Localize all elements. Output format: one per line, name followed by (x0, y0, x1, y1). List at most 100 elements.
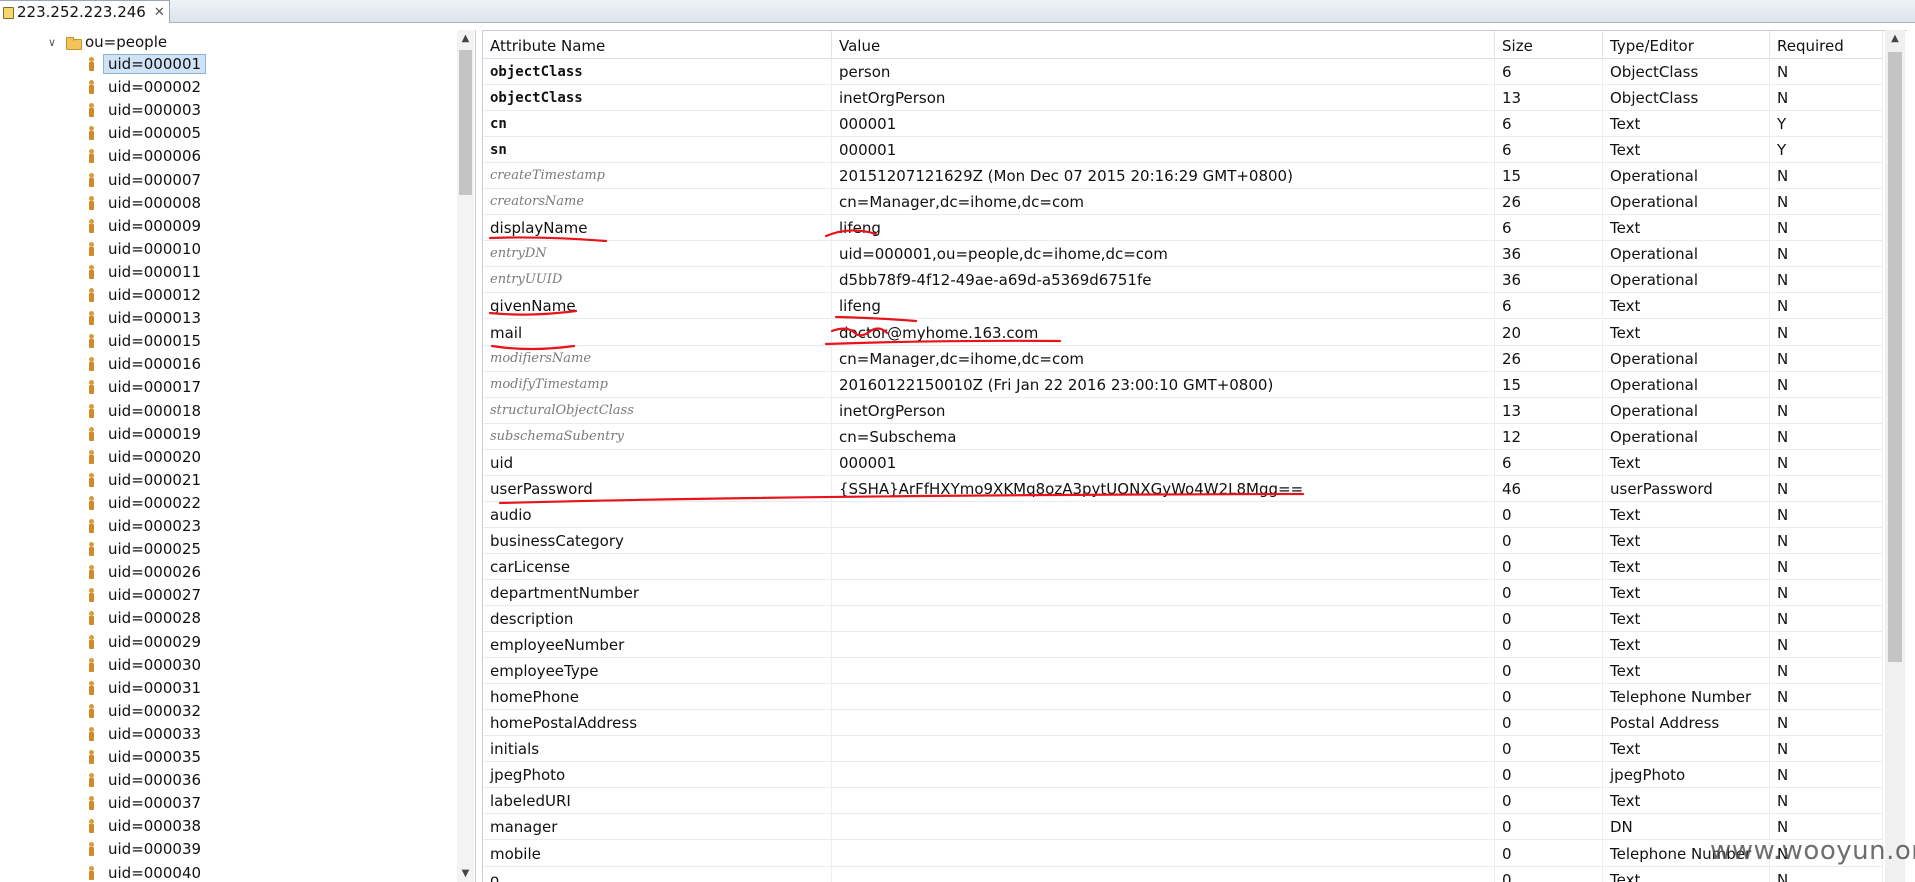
tree-item-entry[interactable]: uid=000027 (86, 584, 206, 606)
table-row[interactable]: sn 000001 6 Text Y (483, 137, 1883, 164)
attribute-value-cell[interactable] (832, 580, 1495, 606)
table-row[interactable]: description 0 Text N (483, 606, 1883, 633)
attribute-value-cell[interactable]: cn=Manager,dc=ihome,dc=com (832, 189, 1495, 216)
attribute-value-cell[interactable]: uid=000001,ou=people,dc=ihome,dc=com (832, 241, 1495, 268)
table-row[interactable]: labeledURI 0 Text N (483, 788, 1883, 815)
attribute-value-cell[interactable]: lifeng (832, 293, 1495, 320)
attribute-value-cell[interactable]: cn=Manager,dc=ihome,dc=com (832, 345, 1495, 372)
attribute-value-cell[interactable] (832, 606, 1495, 633)
table-scroll-thumb[interactable] (1888, 52, 1902, 662)
tree-item-entry[interactable]: uid=000007 (86, 169, 206, 191)
chevron-down-icon[interactable]: ∨ (48, 36, 62, 49)
tree-item-entry[interactable]: uid=000023 (86, 515, 206, 537)
scroll-down-icon[interactable]: ▼ (457, 865, 474, 882)
column-header-size[interactable]: Size (1495, 31, 1603, 59)
tree-scroll-thumb[interactable] (459, 50, 472, 195)
attribute-value-cell[interactable] (832, 658, 1495, 685)
table-scrollbar[interactable]: ▲ (1885, 30, 1905, 882)
tree-item-entry[interactable]: uid=000018 (86, 400, 206, 422)
attribute-value-cell[interactable]: inetOrgPerson (832, 397, 1495, 424)
table-row[interactable]: creatorsName cn=Manager,dc=ihome,dc=com 26… (483, 189, 1883, 216)
column-header-value[interactable]: Value (832, 31, 1495, 59)
table-row[interactable]: uid 000001 6 Text N (483, 449, 1883, 476)
table-row[interactable]: subschemaSubentry cn=Subschema 12 Operation… (483, 423, 1883, 450)
attribute-value-cell[interactable] (832, 710, 1495, 737)
attribute-value-cell[interactable]: doctor@myhome.163.com (832, 319, 1495, 346)
table-row[interactable]: entryUUID d5bb78f9-4f12-49ae-a69d-a5369d6… (483, 267, 1883, 294)
tree-item-entry[interactable]: uid=000030 (86, 654, 206, 676)
attribute-value-cell[interactable] (832, 866, 1495, 882)
table-row[interactable]: modifiersName cn=Manager,dc=ihome,dc=com 2… (483, 345, 1883, 372)
tree-item-entry[interactable]: uid=000012 (86, 284, 206, 306)
tree-item-entry[interactable]: uid=000035 (86, 746, 206, 768)
attribute-value-cell[interactable]: 20151207121629Z (Mon Dec 07 2015 20:16:2… (832, 163, 1495, 190)
attribute-value-cell[interactable] (832, 553, 1495, 580)
tree-item-entry[interactable]: uid=000031 (86, 677, 206, 699)
table-row[interactable]: objectClass person 6 ObjectClass N (483, 59, 1883, 85)
table-row[interactable]: employeeType 0 Text N (483, 658, 1883, 685)
table-row[interactable]: employeeNumber 0 Text N (483, 632, 1883, 659)
tree-item-entry[interactable]: uid=000011 (86, 261, 206, 283)
tree-item-entry[interactable]: uid=000005 (86, 122, 206, 144)
tree-item-entry[interactable]: uid=000006 (86, 145, 206, 167)
attribute-value-cell[interactable]: d5bb78f9-4f12-49ae-a69d-a5369d6751fe (832, 267, 1495, 294)
tree-item-entry[interactable]: uid=000021 (86, 469, 206, 491)
attribute-value-cell[interactable]: lifeng (832, 215, 1495, 242)
attribute-value-cell[interactable]: 000001 (832, 111, 1495, 138)
attribute-value-cell[interactable] (832, 840, 1495, 867)
tree-item-entry[interactable]: uid=000001 (86, 53, 207, 75)
attribute-value-cell[interactable]: 000001 (832, 449, 1495, 476)
table-row[interactable]: homePhone 0 Telephone Number N (483, 684, 1883, 711)
tree-item-entry[interactable]: uid=000037 (86, 792, 206, 814)
table-row[interactable]: cn 000001 6 Text Y (483, 111, 1883, 138)
table-row[interactable]: manager 0 DN N (483, 814, 1883, 841)
table-row[interactable]: givenName lifeng 6 Text N (483, 293, 1883, 320)
table-row[interactable]: businessCategory 0 Text N (483, 527, 1883, 554)
attribute-value-cell[interactable]: person (832, 59, 1495, 85)
attribute-value-cell[interactable] (832, 736, 1495, 763)
attribute-value-cell[interactable] (832, 501, 1495, 528)
table-row[interactable]: mail doctor@myhome.163.com 20 Text N (483, 319, 1883, 346)
tree-item-entry[interactable]: uid=000008 (86, 192, 206, 214)
close-icon[interactable]: ✕ (154, 5, 165, 20)
column-header-type-editor[interactable]: Type/Editor (1603, 31, 1770, 59)
tree-item-entry[interactable]: uid=000017 (86, 376, 206, 398)
attribute-value-cell[interactable]: inetOrgPerson (832, 85, 1495, 112)
tree-scrollbar[interactable]: ▲ ▼ (457, 30, 474, 882)
attribute-value-cell[interactable]: cn=Subschema (832, 423, 1495, 450)
attribute-value-cell[interactable]: {SSHA}ArFfHXYmo9XKMq8ozA3pytUONXGyWo4W2L… (832, 475, 1495, 502)
tree-item-entry[interactable]: uid=000015 (86, 330, 206, 352)
table-row[interactable]: jpegPhoto 0 jpegPhoto N (483, 762, 1883, 789)
table-row[interactable]: initials 0 Text N (483, 736, 1883, 763)
table-row[interactable]: modifyTimestamp 20160122150010Z (Fri Jan … (483, 371, 1883, 398)
tree-item-entry[interactable]: uid=000003 (86, 99, 206, 121)
tree-item-entry[interactable]: uid=000002 (86, 76, 206, 98)
attribute-value-cell[interactable] (832, 632, 1495, 659)
attribute-value-cell[interactable] (832, 814, 1495, 841)
attribute-value-cell[interactable]: 20160122150010Z (Fri Jan 22 2016 23:00:1… (832, 371, 1495, 398)
table-row[interactable]: o 0 Text N (483, 866, 1883, 882)
tree-item-entry[interactable]: uid=000036 (86, 769, 206, 791)
table-row[interactable]: audio 0 Text N (483, 501, 1883, 528)
tree-item-entry[interactable]: uid=000019 (86, 423, 206, 445)
scroll-up-icon[interactable]: ▲ (1885, 30, 1905, 48)
table-row[interactable]: mobile 0 Telephone Number N (483, 840, 1883, 867)
column-header-required[interactable]: Required (1770, 31, 1883, 59)
attribute-value-cell[interactable] (832, 788, 1495, 815)
table-row[interactable]: departmentNumber 0 Text N (483, 580, 1883, 606)
tree-item-entry[interactable]: uid=000028 (86, 607, 206, 629)
column-header-attribute-name[interactable]: Attribute Name (483, 31, 832, 59)
tree-item-entry[interactable]: uid=000033 (86, 723, 206, 745)
tree-item-entry[interactable]: uid=000039 (86, 838, 206, 860)
tree-folder-people[interactable]: ∨ ou=people (48, 31, 167, 53)
table-row[interactable]: structuralObjectClass inetOrgPerson 13 Oper… (483, 397, 1883, 424)
table-row[interactable]: createTimestamp 20151207121629Z (Mon Dec … (483, 163, 1883, 190)
tree-item-entry[interactable]: uid=000026 (86, 561, 206, 583)
table-row[interactable]: homePostalAddress 0 Postal Address N (483, 710, 1883, 737)
attribute-value-cell[interactable] (832, 762, 1495, 789)
connection-tab[interactable]: 223.252.223.246 ✕ (0, 0, 170, 23)
tree-item-entry[interactable]: uid=000040 (86, 862, 206, 882)
table-row[interactable]: objectClass inetOrgPerson 13 ObjectClass N (483, 85, 1883, 112)
table-row[interactable]: userPassword {SSHA}ArFfHXYmo9XKMq8ozA3pyt… (483, 475, 1883, 502)
attribute-value-cell[interactable]: 000001 (832, 137, 1495, 164)
